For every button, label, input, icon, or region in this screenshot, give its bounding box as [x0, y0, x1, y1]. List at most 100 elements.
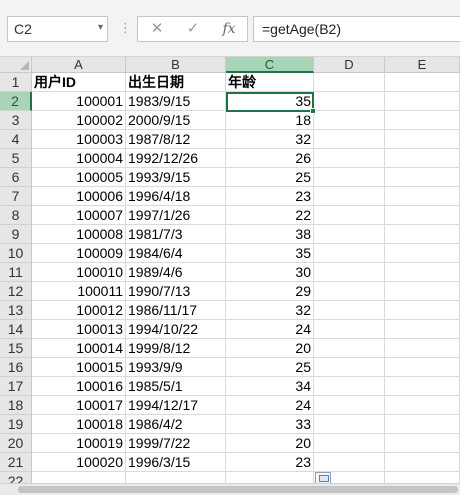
empty-cell[interactable]: [385, 206, 460, 225]
empty-cell[interactable]: [385, 263, 460, 282]
birth-date-cell[interactable]: 1997/1/26: [126, 206, 226, 225]
column-header-b[interactable]: B: [126, 57, 226, 73]
chevron-down-icon[interactable]: ▾: [98, 22, 103, 33]
empty-cell[interactable]: [314, 73, 385, 92]
age-cell[interactable]: 30: [226, 263, 314, 282]
user-id-cell[interactable]: 100014: [32, 339, 126, 358]
user-id-cell[interactable]: 100007: [32, 206, 126, 225]
user-id-cell[interactable]: 100018: [32, 415, 126, 434]
row-header[interactable]: 21: [0, 453, 32, 472]
age-cell[interactable]: 29: [226, 282, 314, 301]
age-cell[interactable]: 20: [226, 434, 314, 453]
empty-cell[interactable]: [385, 434, 460, 453]
formula-input[interactable]: =getAge(B2): [253, 16, 460, 42]
horizontal-scrollbar[interactable]: [0, 483, 460, 495]
fill-handle[interactable]: [310, 108, 316, 114]
birth-date-cell[interactable]: 1993/9/15: [126, 168, 226, 187]
age-cell[interactable]: 34: [226, 377, 314, 396]
row-header[interactable]: 8: [0, 206, 32, 225]
birth-date-cell[interactable]: 1985/5/1: [126, 377, 226, 396]
empty-cell[interactable]: [385, 225, 460, 244]
row-header[interactable]: 6: [0, 168, 32, 187]
user-id-cell[interactable]: 100008: [32, 225, 126, 244]
age-cell[interactable]: 32: [226, 130, 314, 149]
user-id-cell[interactable]: 100015: [32, 358, 126, 377]
age-cell[interactable]: 25: [226, 358, 314, 377]
empty-cell[interactable]: [385, 377, 460, 396]
empty-cell[interactable]: [385, 244, 460, 263]
user-id-cell[interactable]: 100001: [32, 92, 126, 111]
empty-cell[interactable]: [385, 472, 460, 483]
cancel-icon[interactable]: ✕: [140, 17, 174, 41]
birth-date-cell[interactable]: 1996/4/18: [126, 187, 226, 206]
empty-cell[interactable]: [314, 358, 385, 377]
empty-cell[interactable]: [385, 453, 460, 472]
age-cell[interactable]: 25: [226, 168, 314, 187]
birth-date-cell[interactable]: 1996/3/15: [126, 453, 226, 472]
user-id-cell[interactable]: 100011: [32, 282, 126, 301]
empty-cell[interactable]: [314, 168, 385, 187]
birth-date-cell[interactable]: 1992/12/26: [126, 149, 226, 168]
empty-cell[interactable]: [314, 187, 385, 206]
empty-cell[interactable]: [314, 111, 385, 130]
empty-cell[interactable]: [314, 282, 385, 301]
age-cell[interactable]: [226, 472, 314, 483]
row-header[interactable]: 11: [0, 263, 32, 282]
quick-analysis-icon[interactable]: [315, 472, 331, 483]
birth-date-cell[interactable]: 1990/7/13: [126, 282, 226, 301]
select-all-button[interactable]: [0, 57, 32, 73]
column-header-e[interactable]: E: [385, 57, 460, 73]
age-cell[interactable]: 20: [226, 339, 314, 358]
empty-cell[interactable]: [314, 415, 385, 434]
header-cell[interactable]: 用户ID: [32, 73, 126, 92]
birth-date-cell[interactable]: 1994/12/17: [126, 396, 226, 415]
row-header[interactable]: 3: [0, 111, 32, 130]
empty-cell[interactable]: [314, 130, 385, 149]
row-header[interactable]: 12: [0, 282, 32, 301]
empty-cell[interactable]: [314, 206, 385, 225]
row-header[interactable]: 5: [0, 149, 32, 168]
user-id-cell[interactable]: [32, 472, 126, 483]
age-cell[interactable]: 18: [226, 111, 314, 130]
empty-cell[interactable]: [385, 168, 460, 187]
empty-cell[interactable]: [385, 149, 460, 168]
header-cell[interactable]: 出生日期: [126, 73, 226, 92]
age-cell[interactable]: 33: [226, 415, 314, 434]
age-cell[interactable]: 22: [226, 206, 314, 225]
empty-cell[interactable]: [385, 92, 460, 111]
empty-cell[interactable]: [314, 377, 385, 396]
birth-date-cell[interactable]: 1986/4/2: [126, 415, 226, 434]
age-cell[interactable]: 26: [226, 149, 314, 168]
user-id-cell[interactable]: 100016: [32, 377, 126, 396]
row-header[interactable]: 9: [0, 225, 32, 244]
empty-cell[interactable]: [385, 130, 460, 149]
user-id-cell[interactable]: 100009: [32, 244, 126, 263]
header-cell[interactable]: 年龄: [226, 73, 314, 92]
empty-cell[interactable]: [385, 111, 460, 130]
empty-cell[interactable]: [314, 396, 385, 415]
row-header[interactable]: 17: [0, 377, 32, 396]
row-header[interactable]: 13: [0, 301, 32, 320]
column-header-d[interactable]: D: [314, 57, 385, 73]
row-header[interactable]: 22: [0, 472, 32, 483]
row-header[interactable]: 2: [0, 92, 32, 111]
birth-date-cell[interactable]: 2000/9/15: [126, 111, 226, 130]
birth-date-cell[interactable]: 1984/6/4: [126, 244, 226, 263]
age-cell[interactable]: 35: [226, 92, 314, 111]
row-header[interactable]: 1: [0, 73, 32, 92]
user-id-cell[interactable]: 100017: [32, 396, 126, 415]
empty-cell[interactable]: [314, 92, 385, 111]
empty-cell[interactable]: [385, 320, 460, 339]
empty-cell[interactable]: [314, 301, 385, 320]
empty-cell[interactable]: [385, 396, 460, 415]
empty-cell[interactable]: [314, 263, 385, 282]
row-header[interactable]: 20: [0, 434, 32, 453]
empty-cell[interactable]: [314, 225, 385, 244]
column-header-a[interactable]: A: [32, 57, 126, 73]
user-id-cell[interactable]: 100013: [32, 320, 126, 339]
birth-date-cell[interactable]: 1999/8/12: [126, 339, 226, 358]
user-id-cell[interactable]: 100004: [32, 149, 126, 168]
row-header[interactable]: 7: [0, 187, 32, 206]
age-cell[interactable]: 23: [226, 453, 314, 472]
empty-cell[interactable]: [385, 282, 460, 301]
